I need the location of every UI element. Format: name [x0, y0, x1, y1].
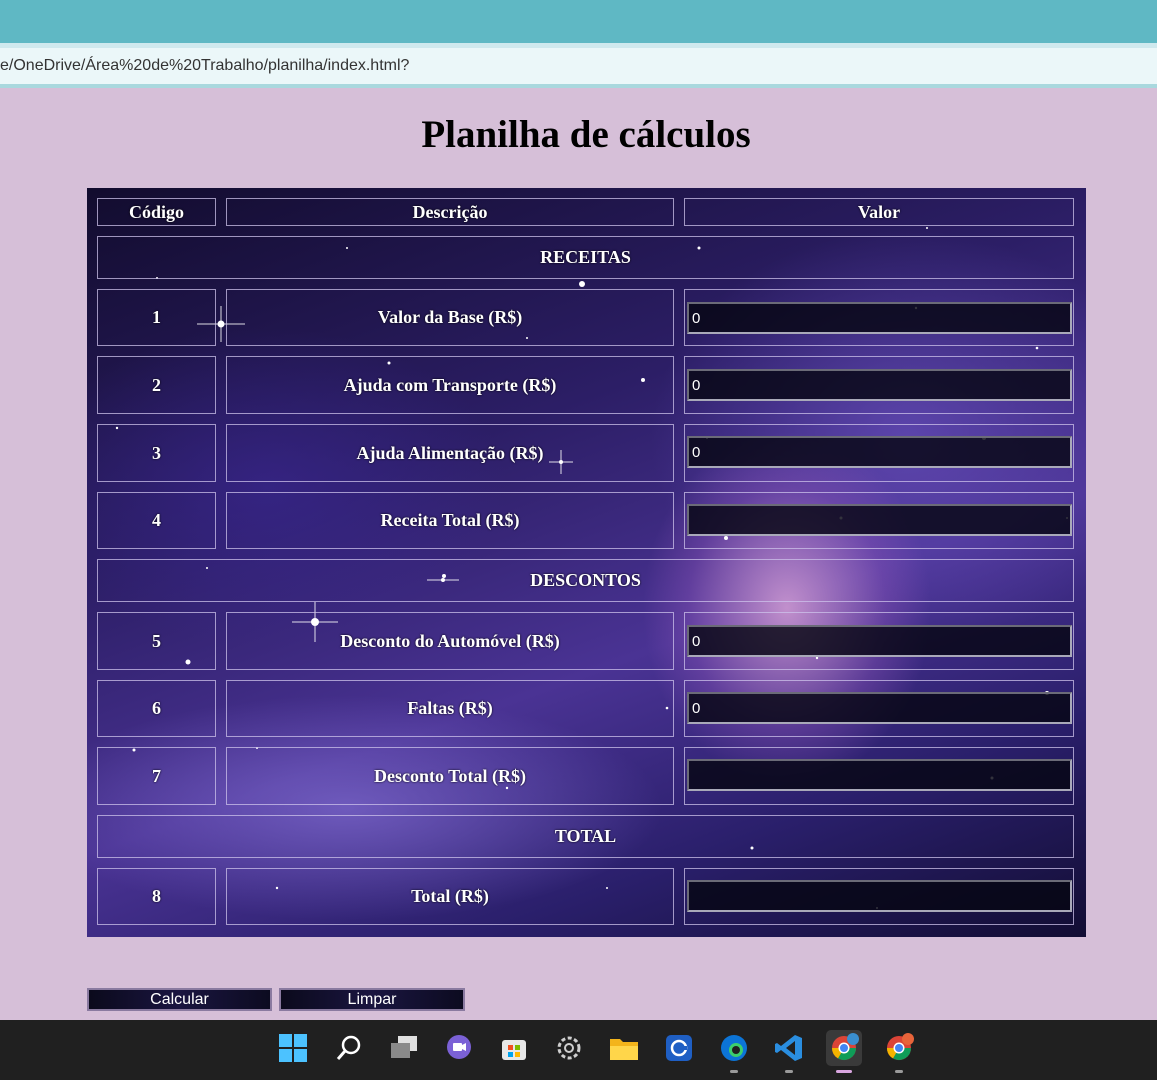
row-6-code: 6: [97, 680, 216, 737]
task-view-icon[interactable]: [386, 1030, 422, 1066]
section-receitas: RECEITAS: [97, 236, 1074, 279]
header-description: Descrição: [226, 198, 674, 226]
header-value: Valor: [684, 198, 1074, 226]
row-8-description: Total (R$): [226, 868, 674, 925]
row-8-code: 8: [97, 868, 216, 925]
section-descontos: DESCONTOS: [97, 559, 1074, 602]
row-5-code: 5: [97, 612, 216, 670]
clear-button[interactable]: Limpar: [279, 988, 465, 1011]
edge-running-indicator: [730, 1070, 738, 1073]
row-2-description: Ajuda com Transporte (R$): [226, 356, 674, 414]
chrome-profile-active-indicator: [836, 1070, 852, 1073]
settings-icon[interactable]: [551, 1030, 587, 1066]
ajuda-alimentacao-input[interactable]: [687, 436, 1072, 468]
section-total: TOTAL: [97, 815, 1074, 858]
browser-titlebar: [0, 0, 1157, 43]
address-bar[interactable]: e/OneDrive/Área%20de%20Trabalho/planilha…: [0, 48, 1157, 88]
faltas-input[interactable]: [687, 692, 1072, 724]
calculate-button[interactable]: Calcular: [87, 988, 272, 1011]
row-3-description: Ajuda Alimentação (R$): [226, 424, 674, 482]
row-4-code: 4: [97, 492, 216, 549]
desconto-automovel-input[interactable]: [687, 625, 1072, 657]
windows-start-icon[interactable]: [275, 1030, 311, 1066]
row-7-description: Desconto Total (R$): [226, 747, 674, 805]
header-code: Código: [97, 198, 216, 226]
search-icon[interactable]: [331, 1030, 367, 1066]
row-6-description: Faltas (R$): [226, 680, 674, 737]
vscode-icon[interactable]: [771, 1030, 807, 1066]
row-4-description: Receita Total (R$): [226, 492, 674, 549]
row-7-code: 7: [97, 747, 216, 805]
chrome-icon[interactable]: [881, 1030, 917, 1066]
copilot-icon[interactable]: [661, 1030, 697, 1066]
file-explorer-icon[interactable]: [606, 1030, 642, 1066]
desconto-total-input[interactable]: [687, 759, 1072, 791]
chrome-running-indicator: [895, 1070, 903, 1073]
valor-base-input[interactable]: [687, 302, 1072, 334]
vscode-running-indicator: [785, 1070, 793, 1073]
receita-total-input[interactable]: [687, 504, 1072, 536]
chat-icon[interactable]: [441, 1030, 477, 1066]
ajuda-transporte-input[interactable]: [687, 369, 1072, 401]
row-2-code: 2: [97, 356, 216, 414]
total-input[interactable]: [687, 880, 1072, 912]
edge-icon[interactable]: [716, 1030, 752, 1066]
row-3-code: 3: [97, 424, 216, 482]
row-1-description: Valor da Base (R$): [226, 289, 674, 346]
row-5-description: Desconto do Automóvel (R$): [226, 612, 674, 670]
chrome-profile-icon[interactable]: [826, 1030, 862, 1066]
row-1-code: 1: [97, 289, 216, 346]
store-icon[interactable]: [496, 1030, 532, 1066]
page-title: Planilha de cálculos: [421, 113, 751, 156]
spreadsheet-table: Código Descrição Valor RECEITAS 1 Valor …: [87, 188, 1086, 937]
address-text: e/OneDrive/Área%20de%20Trabalho/planilha…: [0, 57, 410, 74]
